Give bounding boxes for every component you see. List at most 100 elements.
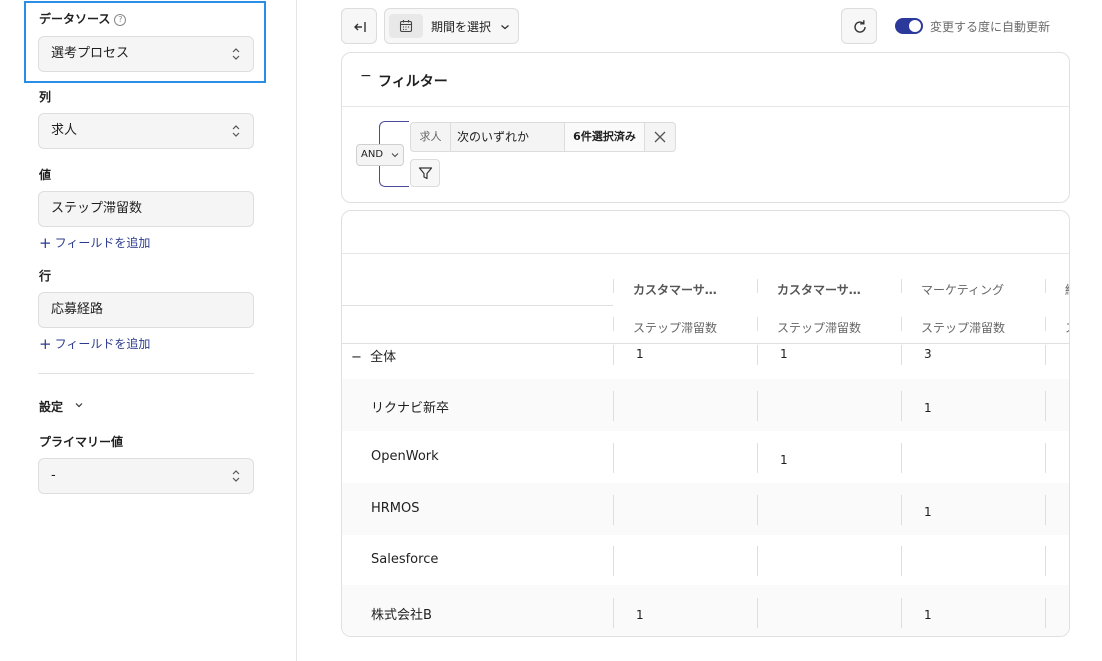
plus-icon: +: [39, 335, 52, 353]
table-cell: 1: [636, 608, 644, 622]
rows-field[interactable]: 応募経路: [38, 292, 254, 328]
table-row-label: リクナビ新卒: [371, 401, 450, 416]
close-icon[interactable]: [653, 130, 667, 144]
measure-header: ステップ滞留数: [777, 321, 862, 335]
filter-card: − フィルター AND 求人 次のいずれか 6件選択済み: [341, 52, 1070, 203]
add-row-field-label: フィールドを追加: [54, 337, 151, 351]
col-sep: [757, 317, 758, 331]
condition-field[interactable]: 求人: [411, 123, 451, 151]
primary-value-label: プライマリー値: [39, 435, 124, 449]
col-sep: [901, 546, 902, 576]
table-cell: 1: [924, 608, 932, 622]
logic-select-value: AND: [361, 149, 384, 160]
period-select-label: 期間を選択: [431, 20, 492, 34]
arrow-left-bar-icon: [354, 22, 366, 32]
columns-select-value: 求人: [51, 123, 78, 138]
col-sep: [901, 443, 902, 473]
values-label: 値: [39, 168, 52, 182]
col-sep: [757, 391, 758, 421]
rows-label: 行: [39, 269, 52, 283]
calendar-icon-box: [389, 14, 423, 38]
row-background: [342, 379, 1069, 431]
col-sep: [613, 345, 614, 365]
row-background: [342, 345, 1069, 379]
table-top-divider: [342, 253, 1069, 254]
rows-field-value: 応募経路: [51, 302, 104, 317]
collapse-icon[interactable]: −: [360, 68, 372, 84]
col-sep: [901, 391, 902, 421]
funnel-icon: [418, 167, 433, 180]
col-sep: [901, 317, 902, 331]
filter-header[interactable]: − フィルター: [342, 53, 1069, 107]
primary-value-select[interactable]: -: [38, 458, 254, 494]
header-bottom-divider: [342, 343, 1069, 344]
table-cell: 1: [924, 401, 932, 415]
datasource-label: データソース?: [39, 10, 127, 27]
refresh-button[interactable]: [841, 8, 877, 44]
measure-header: ス: [1065, 319, 1069, 336]
logic-select[interactable]: AND: [356, 144, 404, 166]
col-sep: [613, 598, 614, 628]
settings-panel: データソース? 選考プロセス 列 求人 値 ステップ滞留数 + フィールドを追加 …: [0, 0, 297, 661]
col-sep: [1045, 598, 1046, 628]
total-row-toggle[interactable]: − 全体: [351, 346, 396, 365]
table-cell: 1: [780, 347, 788, 361]
calendar-icon: [399, 20, 413, 33]
col-sep: [613, 443, 614, 473]
datasource-select-value: 選考プロセス: [51, 46, 130, 61]
col-sep: [1045, 546, 1046, 576]
col-sep: [757, 443, 758, 473]
collapse-icon[interactable]: −: [351, 350, 362, 365]
table-row-label: 株式会社B: [371, 608, 432, 623]
chevron-up-down-icon: [232, 470, 240, 482]
col-sep: [1045, 317, 1046, 331]
col-sep: [901, 345, 902, 365]
col-sep: [757, 546, 758, 576]
measure-header: ステップ滞留数: [921, 321, 1006, 335]
condition-operator[interactable]: 次のいずれか: [451, 123, 565, 151]
col-sep: [1045, 345, 1046, 365]
add-filter-button[interactable]: [410, 159, 440, 187]
add-value-field-link[interactable]: + フィールドを追加: [39, 234, 150, 252]
filter-title: フィルター: [378, 74, 448, 90]
table-cell: 3: [924, 347, 932, 361]
table-row-label: OpenWork: [371, 449, 439, 464]
settings-toggle[interactable]: 設定: [39, 398, 83, 415]
condition-value[interactable]: 6件選択済み: [565, 123, 645, 151]
columns-select[interactable]: 求人: [38, 113, 254, 149]
add-value-field-label: フィールドを追加: [54, 236, 151, 250]
datasource-select[interactable]: 選考プロセス: [38, 36, 254, 72]
column-header[interactable]: 経: [1065, 281, 1069, 298]
table-row-label: HRMOS: [371, 501, 420, 516]
column-header[interactable]: カスタマーサ…: [777, 281, 887, 298]
help-icon[interactable]: ?: [114, 14, 127, 26]
collapse-panel-button[interactable]: [341, 8, 377, 44]
table-cell: 1: [636, 347, 644, 361]
auto-update-label: 変更する度に自動更新: [930, 20, 1051, 34]
col-sep: [901, 598, 902, 628]
chevron-up-down-icon: [232, 125, 240, 137]
filter-condition: 求人 次のいずれか 6件選択済み: [410, 122, 676, 152]
col-sep: [1045, 391, 1046, 421]
period-select-button[interactable]: 期間を選択: [384, 8, 519, 44]
col-sep: [757, 495, 758, 525]
toggle-knob: [909, 20, 921, 32]
refresh-icon: [854, 20, 866, 33]
col-sep: [757, 345, 758, 365]
col-sep: [757, 598, 758, 628]
col-sep: [1045, 443, 1046, 473]
col-sep: [757, 279, 758, 293]
col-sep: [1045, 495, 1046, 525]
table-row-label: Salesforce: [371, 552, 439, 567]
col-sep: [613, 391, 614, 421]
chevron-down-icon: [501, 25, 509, 30]
total-row-label: 全体: [370, 350, 397, 365]
settings-label: 設定: [39, 400, 64, 414]
add-row-field-link[interactable]: + フィールドを追加: [39, 335, 150, 353]
column-header[interactable]: マーケティング: [921, 281, 1031, 298]
column-header[interactable]: カスタマーサ…: [633, 281, 743, 298]
values-field[interactable]: ステップ滞留数: [38, 191, 254, 227]
auto-update-toggle[interactable]: [895, 18, 923, 34]
plus-icon: +: [39, 234, 52, 252]
measure-header: ステップ滞留数: [633, 321, 718, 335]
